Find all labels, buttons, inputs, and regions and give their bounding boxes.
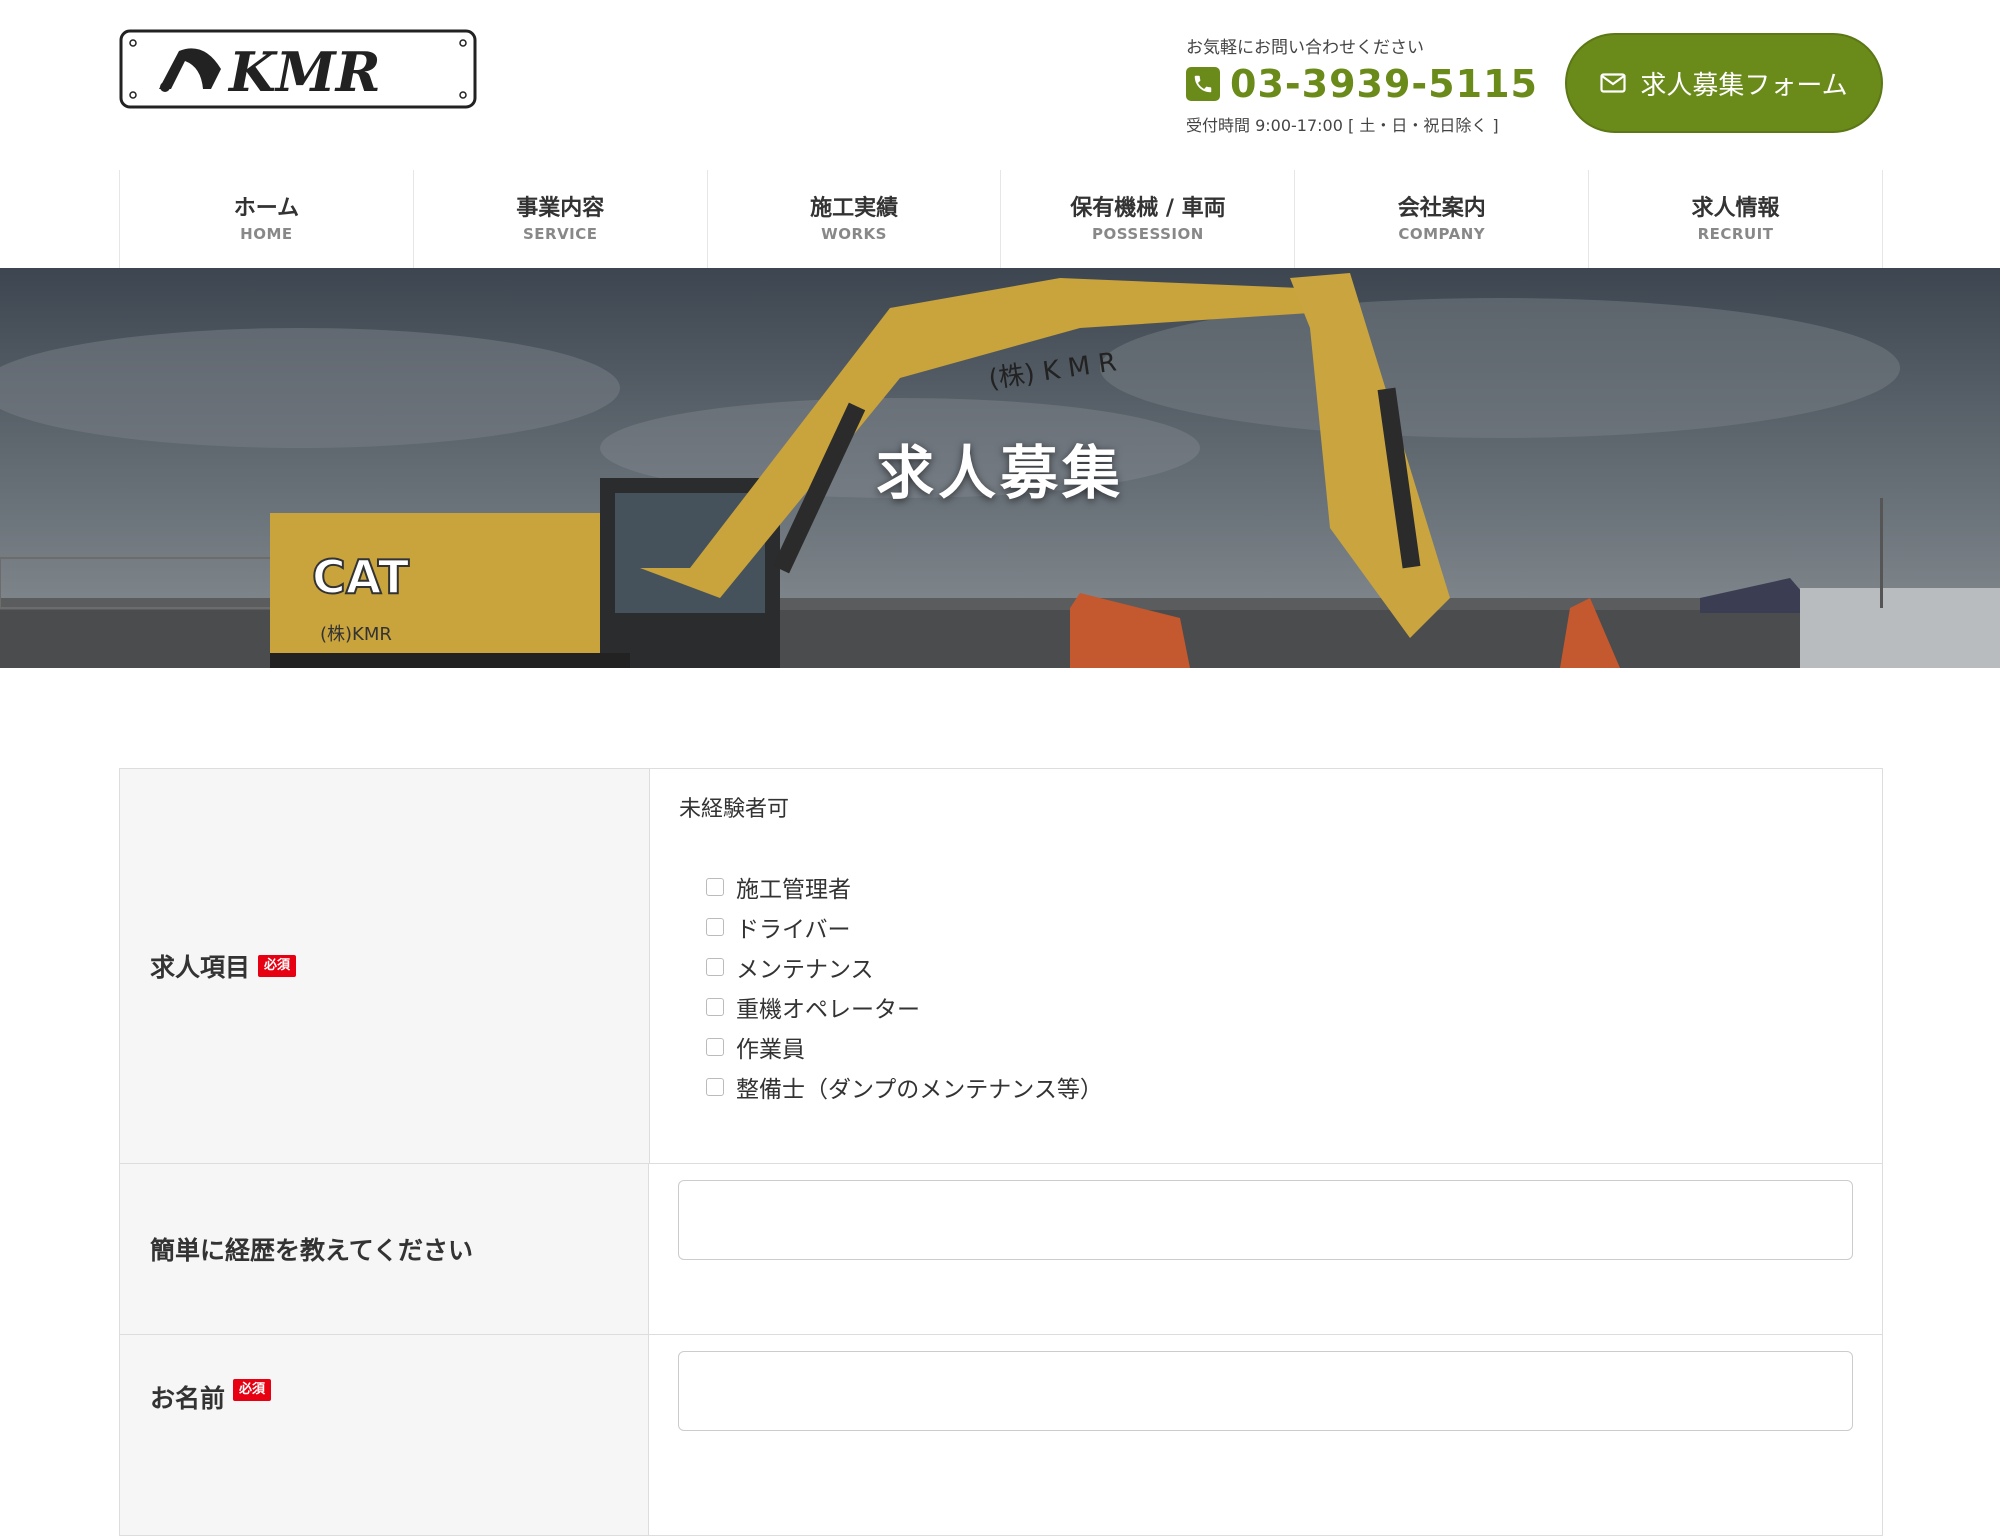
form-row-position: 求人項目 必須 未経験者可 施工管理者 ドライバー メンテナンス 重機オペレータ… (120, 769, 1882, 1164)
contact-note: お気軽にお問い合わせください (1186, 38, 1424, 58)
form-field-position: 未経験者可 施工管理者 ドライバー メンテナンス 重機オペレーター 作業員 整備… (650, 769, 1882, 1163)
form-label-text: 求人項目 (150, 953, 251, 982)
checkbox-option[interactable]: 作業員 (706, 1027, 1853, 1067)
checkbox[interactable] (706, 1038, 724, 1056)
business-hours: 受付時間 9:00-17:00 [ 土・日・祝日除く ] (1186, 116, 1499, 135)
logo-text: KMR (227, 40, 381, 104)
nav-label-en: SERVICE (522, 225, 598, 243)
phone-number: 03-3939-5115 (1230, 62, 1538, 106)
form-row-name: お名前 必須 (120, 1335, 1882, 1535)
nav-label-jp: 会社案内 (1397, 196, 1486, 221)
nav-item-possession[interactable]: 保有機械 / 車両 POSSESSION (1000, 170, 1294, 268)
nav-label-en: WORKS (821, 225, 887, 243)
required-badge: 必須 (258, 955, 297, 977)
form-label-text: 簡単に経歴を教えてください (150, 1236, 474, 1265)
checkbox[interactable] (706, 1078, 724, 1096)
position-checkbox-group: 施工管理者 ドライバー メンテナンス 重機オペレーター 作業員 整備士（ダンプの… (679, 867, 1853, 1107)
checkbox-label: 作業員 (736, 1037, 805, 1063)
checkbox-option[interactable]: 重機オペレーター (706, 987, 1853, 1027)
career-input[interactable] (678, 1180, 1853, 1260)
field-note: 未経験者可 (679, 797, 790, 822)
mail-icon (1600, 73, 1626, 93)
checkbox-label: ドライバー (736, 917, 851, 943)
nav-label-jp: 求人情報 (1691, 196, 1780, 221)
checkbox-option[interactable]: ドライバー (706, 907, 1853, 947)
form-label-position: 求人項目 必須 (120, 769, 650, 1163)
checkbox-label: メンテナンス (736, 957, 874, 983)
nav-label-en: COMPANY (1398, 225, 1486, 243)
checkbox[interactable] (706, 918, 724, 936)
nav-item-company[interactable]: 会社案内 COMPANY (1294, 170, 1588, 268)
recruit-form-button[interactable]: 求人募集フォーム (1565, 33, 1883, 133)
checkbox[interactable] (706, 998, 724, 1016)
checkbox-option[interactable]: 施工管理者 (706, 867, 1853, 907)
checkbox-option[interactable]: メンテナンス (706, 947, 1853, 987)
nav-label-jp: 保有機械 / 車両 (1070, 196, 1226, 221)
checkbox-label: 整備士（ダンプのメンテナンス等） (736, 1077, 1103, 1103)
nav-label-en: RECRUIT (1697, 225, 1774, 243)
recruit-form: 求人項目 必須 未経験者可 施工管理者 ドライバー メンテナンス 重機オペレータ… (119, 768, 1883, 1536)
nav-label-en: HOME (240, 225, 293, 243)
form-label-name: お名前 必須 (120, 1335, 649, 1535)
name-input[interactable] (678, 1351, 1853, 1431)
form-row-career: 簡単に経歴を教えてください (120, 1164, 1882, 1335)
checkbox-option[interactable]: 整備士（ダンプのメンテナンス等） (706, 1067, 1853, 1107)
nav-label-en: POSSESSION (1092, 225, 1204, 243)
site-logo[interactable]: KMR (119, 29, 477, 109)
nav-label-jp: ホーム (233, 196, 300, 221)
phone-link[interactable]: 03-3939-5115 (1186, 62, 1546, 106)
required-badge: 必須 (233, 1379, 272, 1401)
form-field-career (649, 1164, 1882, 1334)
phone-icon (1186, 67, 1220, 101)
checkbox-label: 施工管理者 (736, 877, 851, 903)
site-header: KMR お気軽にお問い合わせください 03-3939-5115 受付時間 9:0… (0, 0, 2000, 170)
nav-label-jp: 施工実績 (810, 196, 899, 221)
nav-item-works[interactable]: 施工実績 WORKS (706, 170, 1001, 268)
checkbox[interactable] (706, 958, 724, 976)
form-label-text: お名前 (150, 1384, 226, 1413)
contact-block: お気軽にお問い合わせください 03-3939-5115 受付時間 9:00-17… (1186, 36, 1546, 136)
global-nav: ホーム HOME 事業内容 SERVICE 施工実績 WORKS 保有機械 / … (119, 170, 1883, 268)
nav-item-service[interactable]: 事業内容 SERVICE (412, 170, 707, 268)
form-field-name (649, 1335, 1882, 1535)
hero-banner: CAT (株)KMR (株) K M R 求人募集 (0, 268, 2000, 668)
nav-item-recruit[interactable]: 求人情報 RECRUIT (1588, 170, 1883, 268)
page-title: 求人募集 (875, 439, 1124, 507)
nav-label-jp: 事業内容 (516, 196, 605, 221)
recruit-form-button-label: 求人募集フォーム (1640, 70, 1848, 101)
checkbox-label: 重機オペレーター (736, 997, 920, 1023)
form-label-career: 簡単に経歴を教えてください (120, 1164, 649, 1334)
nav-item-home[interactable]: ホーム HOME (119, 170, 413, 268)
checkbox[interactable] (706, 878, 724, 896)
